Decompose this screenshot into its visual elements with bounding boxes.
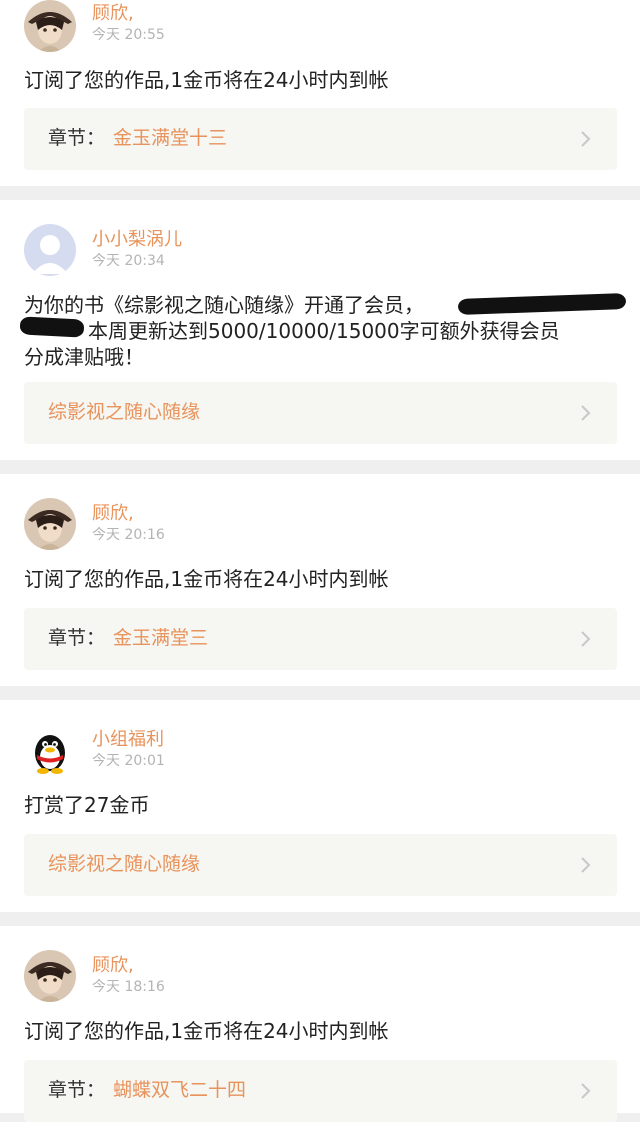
anime-avatar-icon bbox=[24, 498, 76, 550]
user-name[interactable]: 小组福利 bbox=[92, 730, 164, 750]
chevron-right-icon bbox=[581, 1083, 591, 1099]
message-text: 订阅了您的作品,1金币将在24小时内到帐 bbox=[24, 68, 389, 92]
notification-card: 小组福利 今天 20:01 打赏了27金币 综影视之随心随缘 bbox=[0, 700, 640, 912]
link-prefix: 章节： bbox=[48, 127, 106, 149]
link-title: 综影视之随心随缘 bbox=[48, 401, 201, 423]
timestamp: 今天 20:55 bbox=[92, 27, 165, 43]
user-avatar[interactable] bbox=[24, 724, 76, 776]
timestamp: 今天 20:01 bbox=[92, 753, 165, 769]
link-title: 金玉满堂三 bbox=[113, 627, 209, 649]
user-name[interactable]: 顾欣, bbox=[92, 4, 134, 24]
default-avatar-icon bbox=[24, 224, 76, 276]
link-prefix: 章节： bbox=[48, 627, 106, 649]
message-text: 订阅了您的作品,1金币将在24小时内到帐 bbox=[24, 1019, 389, 1043]
chevron-right-icon bbox=[581, 405, 591, 421]
redaction-mark bbox=[19, 316, 85, 338]
user-avatar[interactable] bbox=[24, 224, 76, 276]
book-link[interactable]: 综影视之随心随缘 bbox=[24, 382, 617, 444]
notification-card: 顾欣, 今天 20:16 订阅了您的作品,1金币将在24小时内到帐 章节： 金玉… bbox=[0, 474, 640, 686]
chevron-right-icon bbox=[581, 131, 591, 147]
timestamp: 今天 18:16 bbox=[92, 979, 165, 995]
user-avatar[interactable] bbox=[24, 498, 76, 550]
message-text: 订阅了您的作品,1金币将在24小时内到帐 bbox=[24, 567, 389, 591]
anime-avatar-icon bbox=[24, 0, 76, 52]
anime-avatar-icon bbox=[24, 950, 76, 1002]
link-prefix: 章节： bbox=[48, 1079, 106, 1101]
notification-card: 小小梨涡儿 今天 20:34 为你的书《综影视之随心随缘》开通了会员， 本周更新… bbox=[0, 200, 640, 460]
message-line: 本周更新达到5000/10000/15000字可额外获得会员 bbox=[88, 319, 560, 343]
timestamp: 今天 20:34 bbox=[92, 253, 165, 269]
book-link[interactable]: 综影视之随心随缘 bbox=[24, 834, 617, 896]
user-name[interactable]: 小小梨涡儿 bbox=[92, 230, 182, 250]
link-title: 蝴蝶双飞二十四 bbox=[113, 1079, 247, 1101]
link-title: 金玉满堂十三 bbox=[113, 127, 228, 149]
link-title: 综影视之随心随缘 bbox=[48, 853, 201, 875]
message-text: 打赏了27金币 bbox=[24, 793, 150, 817]
timestamp: 今天 20:16 bbox=[92, 527, 165, 543]
penguin-avatar-icon bbox=[24, 724, 76, 776]
user-avatar[interactable] bbox=[24, 950, 76, 1002]
user-name[interactable]: 顾欣, bbox=[92, 956, 134, 976]
chevron-right-icon bbox=[581, 857, 591, 873]
message-line: 分成津贴哦！ bbox=[24, 345, 144, 369]
chapter-link[interactable]: 章节： 金玉满堂十三 bbox=[24, 108, 617, 170]
user-avatar[interactable] bbox=[24, 0, 76, 52]
user-name[interactable]: 顾欣, bbox=[92, 504, 134, 524]
chevron-right-icon bbox=[581, 631, 591, 647]
chapter-link[interactable]: 章节： 金玉满堂三 bbox=[24, 608, 617, 670]
notification-card: 顾欣, 今天 18:16 订阅了您的作品,1金币将在24小时内到帐 章节： 蝴蝶… bbox=[0, 926, 640, 1122]
notification-card: 顾欣, 今天 20:55 订阅了您的作品,1金币将在24小时内到帐 章节： 金玉… bbox=[0, 0, 640, 186]
